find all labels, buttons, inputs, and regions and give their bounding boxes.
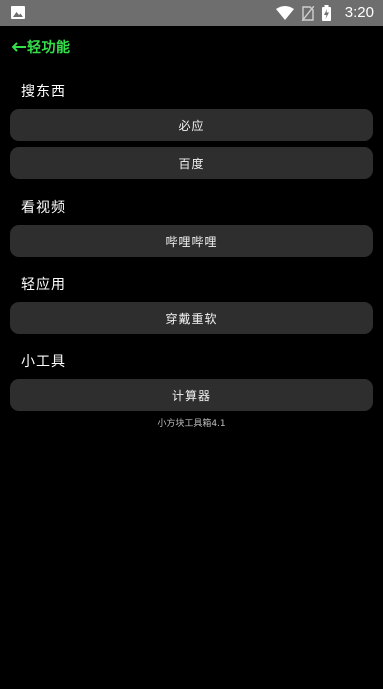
section-title-search: 搜东西	[21, 84, 66, 100]
section-title-light-apps: 轻应用	[21, 277, 66, 293]
battery-charging-icon	[322, 5, 331, 21]
calculator-button[interactable]: 计算器	[10, 379, 373, 411]
status-time: 3:20	[344, 4, 374, 21]
app-version-footer: 小方块工具箱4.1	[157, 419, 226, 429]
back-button[interactable]: 轻功能	[12, 36, 71, 58]
back-arrow-icon	[12, 42, 26, 52]
section-title-tools: 小工具	[21, 354, 66, 370]
no-sim-icon	[302, 5, 314, 21]
wifi-icon	[276, 6, 294, 20]
gallery-icon	[11, 6, 25, 19]
wearable-soft-button[interactable]: 穿戴重软	[10, 302, 373, 334]
section-title-video: 看视频	[21, 200, 66, 216]
baidu-button[interactable]: 百度	[10, 147, 373, 179]
bing-button[interactable]: 必应	[10, 109, 373, 141]
system-icons	[276, 5, 331, 21]
status-bar: 3:20	[0, 0, 383, 26]
bilibili-button[interactable]: 哔哩哔哩	[10, 225, 373, 257]
page-title: 轻功能	[27, 40, 71, 56]
